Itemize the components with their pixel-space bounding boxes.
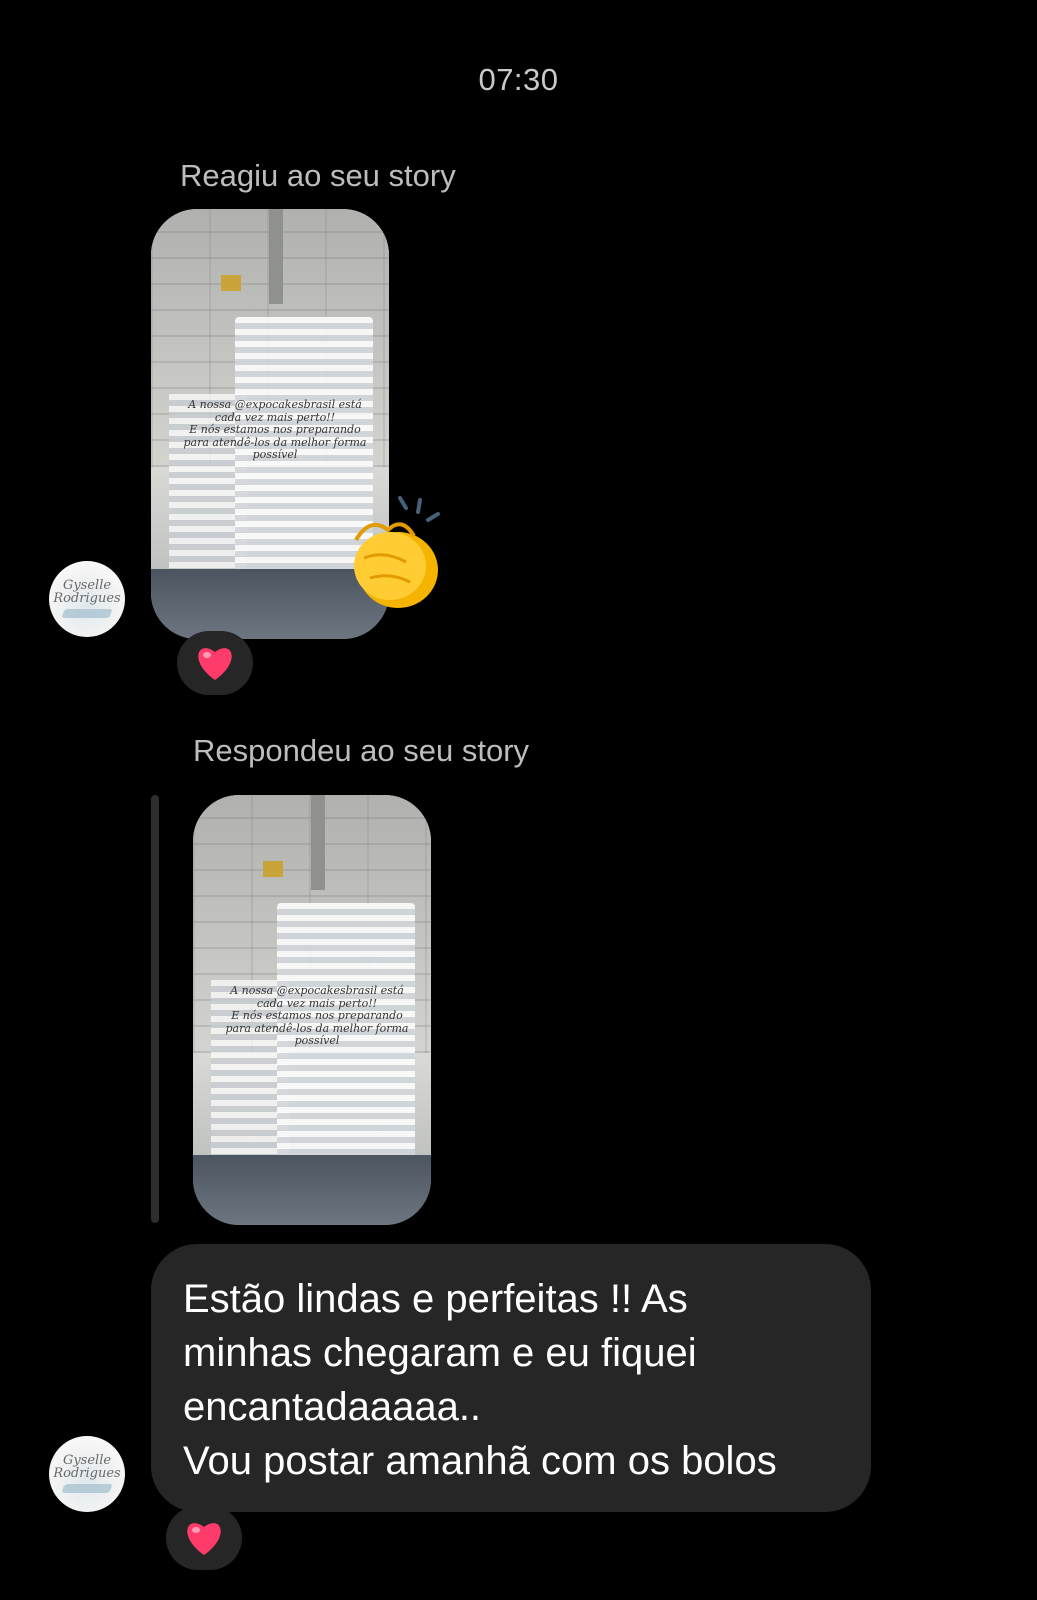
story-pipe xyxy=(269,209,283,304)
avatar-tray xyxy=(61,609,113,618)
story-reply-caption: Respondeu ao seu story xyxy=(193,733,530,768)
clapping-hands-icon xyxy=(354,496,440,608)
story-sign xyxy=(221,275,241,291)
story-floor xyxy=(193,1155,431,1225)
avatar-monogram: Gyselle Rodrigues xyxy=(53,1453,121,1481)
avatar-monogram: Gyselle Rodrigues xyxy=(53,578,121,606)
avatar-tray xyxy=(61,1484,113,1493)
story-pipe xyxy=(311,795,325,890)
story-overlay-text: A nossa @expocakesbrasil está cada vez m… xyxy=(225,984,409,1047)
avatar[interactable]: Gyselle Rodrigues xyxy=(49,1436,125,1512)
heart-icon xyxy=(187,1523,221,1555)
message-text: Estão lindas e perfeitas !! As minhas ch… xyxy=(183,1277,777,1483)
story-overlay-text: A nossa @expocakesbrasil está cada vez m… xyxy=(183,398,367,461)
story-thumbnail[interactable]: A nossa @expocakesbrasil está cada vez m… xyxy=(193,795,431,1225)
message-bubble[interactable]: Estão lindas e perfeitas !! As minhas ch… xyxy=(151,1244,871,1512)
story-sign xyxy=(263,861,283,877)
heart-reaction[interactable] xyxy=(177,631,253,695)
story-reaction-caption: Reagiu ao seu story xyxy=(180,158,456,193)
heart-reaction[interactable] xyxy=(166,1506,242,1570)
reply-quote-bar xyxy=(151,795,159,1223)
heart-icon xyxy=(198,648,232,680)
timestamp: 07:30 xyxy=(478,62,559,97)
avatar[interactable]: Gyselle Rodrigues xyxy=(49,561,125,637)
